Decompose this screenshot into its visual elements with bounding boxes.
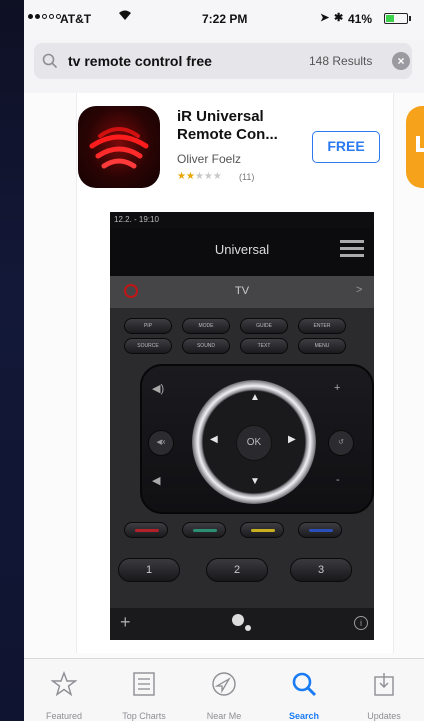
star-icon [51, 671, 77, 697]
plus-icon: + [120, 612, 131, 632]
device-label: TV [234, 285, 250, 297]
number-button: 1 [118, 558, 180, 582]
remote-button: MODE [182, 318, 230, 334]
ok-button: OK [236, 425, 272, 461]
screenshot-status-text: 12.2. - 19:10 [110, 212, 374, 228]
search-icon [292, 672, 317, 697]
remote-button: GUIDE [240, 318, 288, 334]
yellow-button [240, 522, 284, 538]
device-bar: TV > [110, 276, 374, 308]
tab-near-me[interactable]: Near Me [184, 659, 264, 721]
arrow-up-icon: ▲ [250, 392, 260, 403]
location-arrow-icon [212, 672, 236, 696]
arrow-left-icon: ◀ [210, 434, 218, 445]
green-button [182, 522, 226, 538]
chevron-right-icon: > [356, 284, 363, 296]
app-store-screen: AT&T 7:22 PM ➤ ✱ 41% tv remote control f… [24, 0, 424, 721]
app-name[interactable]: iR Universal Remote Con... [177, 108, 317, 144]
menu-icon [340, 240, 364, 260]
tab-featured[interactable]: Featured [24, 659, 104, 721]
screenshot-header: Universal [110, 228, 374, 276]
tab-updates[interactable]: Updates [344, 659, 424, 721]
settings-icon [232, 614, 244, 626]
tab-label: Search [288, 711, 320, 721]
signal-strength-icon [28, 14, 61, 19]
location-services-icon: ➤ [320, 12, 330, 24]
rating-count: (11) [239, 172, 255, 182]
star-filled-icon: ★ [177, 171, 186, 182]
remote-button: MENU [298, 338, 346, 354]
get-free-button[interactable]: FREE [312, 131, 380, 163]
wifi-icon [118, 9, 132, 24]
tab-label: Near Me [206, 711, 242, 721]
remote-button: TEXT [240, 338, 288, 354]
return-icon: ↺ [328, 430, 354, 456]
star-empty-icon: ★ [203, 171, 213, 182]
info-icon: i [354, 616, 368, 630]
channel-down-icon: - [336, 474, 340, 486]
arrow-down-icon: ▼ [250, 476, 260, 487]
number-button: 2 [206, 558, 268, 582]
remote-button: PIP [124, 318, 172, 334]
settings-small-icon [245, 625, 251, 631]
volume-down-icon: ◀ [152, 475, 161, 487]
rating-stars: ★★★★★ [177, 171, 222, 182]
bluetooth-icon: ✱ [334, 12, 344, 24]
remote-button: SOUND [182, 338, 230, 354]
tab-label: Featured [45, 711, 83, 721]
battery-tip [409, 16, 411, 21]
download-tray-icon [374, 673, 394, 696]
search-icon [42, 53, 58, 69]
volume-up-icon: ◀) [152, 383, 165, 395]
screenshot-title: Universal [214, 242, 270, 257]
remote-button: SOURCE [124, 338, 172, 354]
list-icon [133, 672, 155, 696]
tab-top-charts[interactable]: Top Charts [104, 659, 184, 721]
search-field[interactable]: tv remote control free 148 Results × [34, 43, 412, 79]
app-icon[interactable] [78, 106, 160, 188]
red-button [124, 522, 168, 538]
clock: 7:22 PM [202, 12, 248, 26]
screenshot-toolbar: + i [110, 608, 374, 640]
arrow-right-icon: ▶ [288, 434, 296, 445]
app-screenshot[interactable]: 12.2. - 19:10 Universal TV > PIP MODE GU… [110, 212, 374, 640]
battery-icon [384, 13, 408, 24]
star-empty-icon: ★ [194, 171, 204, 182]
results-count: 148 Results [309, 54, 373, 68]
battery-percent: 41% [348, 12, 373, 26]
clear-search-button[interactable]: × [392, 52, 410, 70]
search-query[interactable]: tv remote control free [68, 53, 212, 69]
mute-icon: ◀x [148, 430, 174, 456]
number-button: 3 [290, 558, 352, 582]
star-empty-icon: ★ [212, 171, 222, 182]
carrier-label: AT&T [60, 12, 92, 26]
developer-name: Oliver Foelz [177, 152, 242, 166]
star-filled-icon: ★ [185, 171, 195, 182]
tab-search[interactable]: Search [264, 659, 344, 721]
channel-up-icon: + [334, 382, 341, 394]
remote-button: ENTER [298, 318, 346, 334]
status-bar: AT&T 7:22 PM ➤ ✱ 41% [24, 0, 424, 40]
tab-label: Updates [367, 711, 401, 721]
blue-button [298, 522, 342, 538]
tab-bar: Featured Top Charts Near Me Search Updat… [24, 658, 424, 721]
next-app-icon[interactable] [406, 106, 424, 188]
tab-label: Top Charts [122, 711, 166, 721]
